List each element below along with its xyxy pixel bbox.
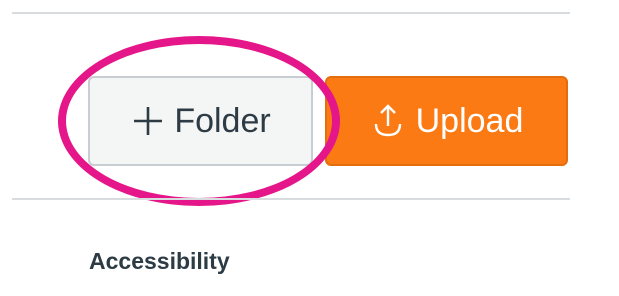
accessibility-heading: Accessibility <box>89 248 230 274</box>
add-folder-label: Folder <box>174 101 271 140</box>
upload-button[interactable]: Upload <box>325 76 568 166</box>
plus-icon <box>130 103 166 139</box>
files-toolbar-area: Folder Upload Accessibility <box>0 0 619 296</box>
section-divider <box>12 198 570 200</box>
upload-label: Upload <box>415 101 524 140</box>
upload-icon <box>370 101 406 141</box>
add-folder-button[interactable]: Folder <box>88 76 313 166</box>
top-divider <box>12 12 570 14</box>
